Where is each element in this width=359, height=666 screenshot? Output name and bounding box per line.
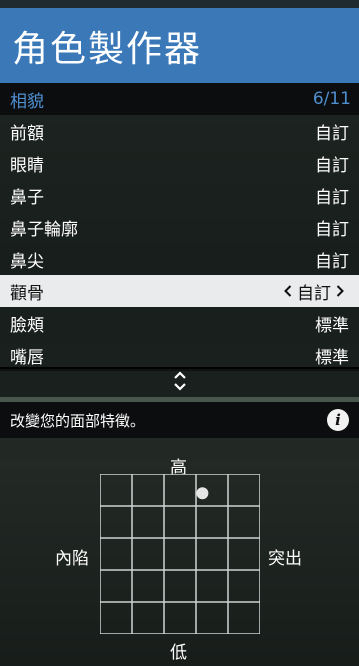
header: 角色製作器 — [0, 8, 359, 83]
menu-item-nose-tip[interactable]: 鼻尖 自訂 — [0, 243, 359, 275]
menu-item-nose[interactable]: 鼻子 自訂 — [0, 179, 359, 211]
info-icon: i — [327, 409, 349, 431]
menu-item-label: 鼻子輪廓 — [10, 219, 78, 240]
menu-item-value: 自訂 — [315, 219, 349, 240]
menu-item-label: 前額 — [10, 123, 44, 144]
menu-item-eyes[interactable]: 眼睛 自訂 — [0, 147, 359, 179]
adjustment-grid[interactable] — [100, 474, 260, 634]
menu-item-label: 顴骨 — [10, 283, 44, 304]
feature-menu: 前額 自訂 眼睛 自訂 鼻子 自訂 鼻子輪廓 自訂 鼻尖 自訂 顴骨 自訂 臉頰… — [0, 115, 359, 371]
menu-item-label: 臉頰 — [10, 315, 44, 336]
menu-item-label: 眼睛 — [10, 155, 44, 176]
menu-item-value: 自訂 — [297, 283, 331, 304]
description-bar: 改變您的面部特徵。 i — [0, 402, 359, 438]
value-selector: 自訂 — [279, 279, 349, 304]
menu-item-label: 鼻尖 — [10, 251, 44, 272]
grid-marker[interactable] — [196, 487, 209, 500]
menu-item-value: 自訂 — [315, 155, 349, 176]
grid-label-left: 內陷 — [55, 549, 89, 569]
menu-item-cheekbones[interactable]: 顴骨 自訂 — [0, 275, 359, 307]
category-counter: 6/11 — [312, 89, 351, 109]
menu-item-nose-profile[interactable]: 鼻子輪廓 自訂 — [0, 211, 359, 243]
menu-item-value: 標準 — [315, 347, 349, 368]
scroll-indicator[interactable] — [0, 367, 359, 397]
description-text: 改變您的面部特徵。 — [10, 411, 146, 430]
page-title: 角色製作器 — [12, 28, 203, 70]
menu-item-cheeks[interactable]: 臉頰 標準 — [0, 307, 359, 339]
chevron-left-icon[interactable] — [279, 282, 297, 301]
top-strip — [0, 0, 359, 8]
adjustment-grid-panel: 高 內陷 突出 低 — [0, 438, 359, 666]
chevron-up-down-icon — [173, 371, 187, 395]
menu-item-value: 自訂 — [315, 251, 349, 272]
category-name: 相貌 — [10, 91, 44, 112]
grid-label-bottom: 低 — [170, 643, 187, 663]
menu-item-label: 嘴唇 — [10, 347, 44, 368]
menu-item-value: 自訂 — [315, 187, 349, 208]
category-bar: 相貌 6/11 — [0, 83, 359, 115]
menu-item-value: 標準 — [315, 315, 349, 336]
chevron-right-icon[interactable] — [331, 282, 349, 301]
menu-item-label: 鼻子 — [10, 187, 44, 208]
grid-label-right: 突出 — [268, 549, 302, 569]
menu-item-value: 自訂 — [315, 123, 349, 144]
menu-item-forehead[interactable]: 前額 自訂 — [0, 115, 359, 147]
